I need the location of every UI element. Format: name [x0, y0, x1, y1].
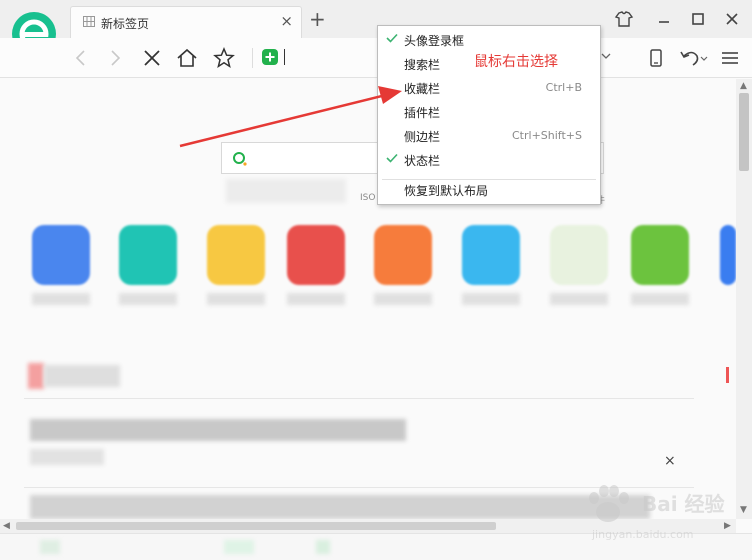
menu-item-restore-default-layout[interactable]: 恢复到默认布局 — [378, 179, 600, 201]
menu-item-status-bar[interactable]: 状态栏 — [378, 149, 600, 171]
feed-accent-bar — [726, 367, 729, 383]
vertical-scrollbar[interactable]: ▲ ▼ — [736, 79, 752, 519]
shortcut-label — [462, 293, 520, 305]
close-window-icon[interactable] — [722, 9, 742, 29]
paw-icon — [589, 485, 629, 522]
shortcut-text: Ctrl+Shift+S — [512, 129, 582, 142]
scroll-left-icon[interactable]: ◀ — [3, 521, 10, 531]
shortcut-text: Ctrl+B — [545, 81, 582, 94]
search-icon — [233, 152, 247, 166]
nav-toolbar — [0, 38, 752, 78]
checkmark-icon — [386, 33, 398, 43]
feed-headline[interactable] — [30, 419, 406, 441]
device-icon[interactable] — [645, 47, 667, 69]
checkmark-icon — [386, 153, 398, 163]
shortcut-label — [207, 293, 265, 305]
toolbar-divider — [252, 48, 253, 68]
star-icon[interactable] — [213, 47, 235, 69]
home-icon[interactable] — [176, 47, 198, 69]
minimize-icon[interactable] — [654, 9, 674, 29]
address-bar-cursor[interactable] — [284, 49, 285, 65]
skin-icon[interactable] — [614, 9, 634, 29]
tab-close-button[interactable]: × — [280, 13, 293, 29]
new-tab-page: ISO 件 × — [0, 79, 736, 519]
forward-icon[interactable] — [104, 47, 126, 69]
annotation-text: 鼠标右击选择 — [474, 54, 558, 70]
menu-item-avatar-login[interactable]: 头像登录框 — [378, 29, 600, 51]
status-item — [40, 540, 60, 554]
search-hint-text: ISO — [360, 193, 376, 203]
feed-meta — [30, 449, 104, 465]
new-tab-button[interactable]: + — [309, 9, 326, 29]
scroll-up-icon[interactable]: ▲ — [740, 81, 747, 91]
tab-new-tab[interactable]: 新标签页 × — [70, 6, 302, 38]
toolbar-context-menu: 头像登录框 搜索栏 收藏栏 Ctrl+B 插件栏 侧边栏 Ctrl+Shift+… — [377, 25, 601, 205]
maximize-icon[interactable] — [688, 9, 708, 29]
shortcut-tile[interactable] — [207, 225, 265, 285]
blurred-text — [226, 179, 346, 203]
status-item — [224, 540, 254, 554]
scroll-thumb[interactable] — [739, 93, 749, 171]
menu-item-sidebar[interactable]: 侧边栏 Ctrl+Shift+S — [378, 125, 600, 147]
shield-plus-icon[interactable] — [261, 48, 279, 66]
scroll-down-icon[interactable]: ▼ — [740, 505, 747, 515]
tab-title: 新标签页 — [101, 17, 150, 31]
shortcut-tile[interactable] — [720, 225, 736, 285]
feed-close-button[interactable]: × — [664, 453, 676, 469]
back-icon[interactable] — [70, 47, 92, 69]
shortcut-label — [119, 293, 177, 305]
watermark-brand: Bai 经验 — [642, 492, 725, 516]
menu-item-favorites-bar[interactable]: 收藏栏 Ctrl+B — [378, 77, 600, 99]
menu-item-plugin-bar[interactable]: 插件栏 — [378, 101, 600, 123]
shortcut-label — [374, 293, 432, 305]
status-item — [316, 540, 330, 554]
shortcut-tile[interactable] — [287, 225, 345, 285]
feed-headline[interactable] — [30, 495, 650, 519]
baidu-watermark: Bai 经验 jingyan.baidu.com — [578, 478, 738, 550]
scroll-thumb-horizontal[interactable] — [16, 522, 496, 530]
shortcut-tile[interactable] — [631, 225, 689, 285]
shortcut-tile[interactable] — [119, 225, 177, 285]
shortcut-label — [287, 293, 345, 305]
shortcut-tile[interactable] — [462, 225, 520, 285]
feed-section-marker — [28, 363, 44, 389]
shortcut-label — [32, 293, 90, 305]
shortcut-tile[interactable] — [550, 225, 608, 285]
title-bar: 新标签页 × + — [0, 0, 752, 56]
tab-grid-icon — [83, 16, 95, 27]
stop-icon[interactable] — [141, 47, 163, 69]
menu-icon[interactable] — [719, 47, 741, 69]
chevron-down-icon[interactable] — [600, 50, 612, 62]
feed-section-title — [44, 365, 120, 387]
shortcut-tile[interactable] — [32, 225, 90, 285]
feed-divider — [24, 398, 694, 399]
shortcut-label — [550, 293, 608, 305]
shortcut-tile[interactable] — [374, 225, 432, 285]
shortcut-label — [631, 293, 689, 305]
watermark-url: jingyan.baidu.com — [592, 528, 694, 541]
undo-icon[interactable] — [678, 47, 708, 69]
